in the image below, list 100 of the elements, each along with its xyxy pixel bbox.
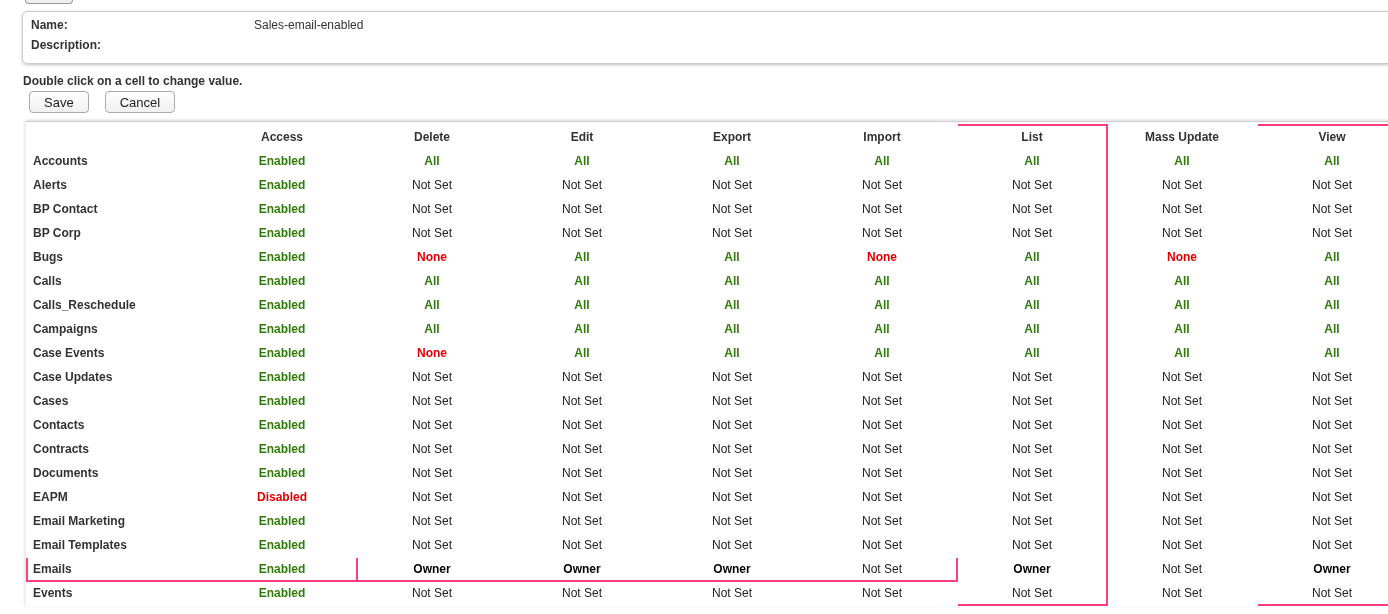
- permission-cell[interactable]: All: [357, 317, 507, 341]
- permission-cell[interactable]: Not Set: [1257, 389, 1388, 413]
- permission-cell[interactable]: Not Set: [1257, 221, 1388, 245]
- permission-cell[interactable]: Not Set: [1107, 533, 1257, 557]
- permission-cell[interactable]: Not Set: [957, 533, 1107, 557]
- permission-cell[interactable]: Not Set: [957, 461, 1107, 485]
- permission-cell[interactable]: Not Set: [507, 485, 657, 509]
- permission-cell[interactable]: Not Set: [357, 437, 507, 461]
- permission-cell[interactable]: All: [957, 341, 1107, 365]
- permission-cell[interactable]: Not Set: [507, 365, 657, 389]
- permission-cell[interactable]: Enabled: [207, 581, 357, 605]
- permission-cell[interactable]: Not Set: [507, 173, 657, 197]
- permission-cell[interactable]: Not Set: [957, 485, 1107, 509]
- permission-cell[interactable]: Enabled: [207, 269, 357, 293]
- permission-cell[interactable]: All: [357, 149, 507, 173]
- permission-cell[interactable]: None: [807, 245, 957, 269]
- partial-button[interactable]: [25, 0, 73, 4]
- permission-cell[interactable]: None: [1107, 245, 1257, 269]
- permission-cell[interactable]: All: [1107, 341, 1257, 365]
- permission-cell[interactable]: Not Set: [957, 221, 1107, 245]
- permission-cell[interactable]: Not Set: [1257, 413, 1388, 437]
- permission-cell[interactable]: Not Set: [957, 197, 1107, 221]
- permission-cell[interactable]: Not Set: [1257, 509, 1388, 533]
- permission-cell[interactable]: Not Set: [807, 485, 957, 509]
- permission-cell[interactable]: Not Set: [507, 221, 657, 245]
- permission-cell[interactable]: Not Set: [957, 389, 1107, 413]
- permission-cell[interactable]: All: [507, 149, 657, 173]
- permission-cell[interactable]: Enabled: [207, 389, 357, 413]
- permission-cell[interactable]: Enabled: [207, 461, 357, 485]
- permission-cell[interactable]: All: [1107, 149, 1257, 173]
- permission-cell[interactable]: Not Set: [1107, 173, 1257, 197]
- permission-cell[interactable]: All: [807, 293, 957, 317]
- permission-cell[interactable]: Not Set: [807, 509, 957, 533]
- permission-cell[interactable]: All: [1257, 293, 1388, 317]
- permission-cell[interactable]: Not Set: [807, 413, 957, 437]
- permission-cell[interactable]: Not Set: [507, 389, 657, 413]
- permission-cell[interactable]: All: [657, 317, 807, 341]
- permission-cell[interactable]: Owner: [657, 557, 807, 581]
- save-button[interactable]: Save: [29, 91, 89, 113]
- permission-cell[interactable]: All: [1257, 245, 1388, 269]
- permission-cell[interactable]: Owner: [1257, 557, 1388, 581]
- permission-cell[interactable]: Not Set: [357, 221, 507, 245]
- permission-cell[interactable]: Not Set: [507, 197, 657, 221]
- permission-cell[interactable]: Not Set: [357, 485, 507, 509]
- permission-cell[interactable]: All: [1257, 317, 1388, 341]
- permission-cell[interactable]: All: [507, 317, 657, 341]
- permission-cell[interactable]: All: [657, 341, 807, 365]
- permission-cell[interactable]: Not Set: [657, 197, 807, 221]
- permission-cell[interactable]: Enabled: [207, 413, 357, 437]
- permission-cell[interactable]: All: [957, 245, 1107, 269]
- permission-cell[interactable]: Not Set: [1107, 557, 1257, 581]
- permission-cell[interactable]: Enabled: [207, 197, 357, 221]
- cancel-button[interactable]: Cancel: [104, 91, 176, 113]
- permission-cell[interactable]: Not Set: [357, 389, 507, 413]
- permission-cell[interactable]: Not Set: [1257, 485, 1388, 509]
- permission-cell[interactable]: Not Set: [657, 389, 807, 413]
- permission-cell[interactable]: Not Set: [807, 197, 957, 221]
- permission-cell[interactable]: Not Set: [1107, 509, 1257, 533]
- permission-cell[interactable]: Not Set: [1107, 197, 1257, 221]
- permission-cell[interactable]: Not Set: [1257, 173, 1388, 197]
- permission-cell[interactable]: Not Set: [507, 413, 657, 437]
- permission-cell[interactable]: Not Set: [657, 461, 807, 485]
- permission-cell[interactable]: Enabled: [207, 293, 357, 317]
- permission-cell[interactable]: Not Set: [1257, 461, 1388, 485]
- permission-cell[interactable]: Not Set: [657, 581, 807, 605]
- permission-cell[interactable]: Enabled: [207, 557, 357, 581]
- permission-cell[interactable]: Not Set: [357, 365, 507, 389]
- permission-cell[interactable]: Not Set: [657, 221, 807, 245]
- permission-cell[interactable]: Not Set: [657, 173, 807, 197]
- permission-cell[interactable]: Not Set: [807, 221, 957, 245]
- permission-cell[interactable]: Not Set: [357, 197, 507, 221]
- permission-cell[interactable]: All: [357, 269, 507, 293]
- permission-cell[interactable]: All: [507, 341, 657, 365]
- permission-cell[interactable]: Not Set: [807, 557, 957, 581]
- permission-cell[interactable]: Not Set: [507, 437, 657, 461]
- permission-cell[interactable]: Not Set: [1257, 197, 1388, 221]
- permission-cell[interactable]: Not Set: [807, 389, 957, 413]
- permission-cell[interactable]: None: [357, 341, 507, 365]
- permission-cell[interactable]: Not Set: [957, 365, 1107, 389]
- permission-cell[interactable]: All: [507, 269, 657, 293]
- permission-cell[interactable]: All: [807, 269, 957, 293]
- permission-cell[interactable]: None: [357, 245, 507, 269]
- permission-cell[interactable]: All: [657, 293, 807, 317]
- permission-cell[interactable]: Enabled: [207, 437, 357, 461]
- permission-cell[interactable]: All: [507, 245, 657, 269]
- permission-cell[interactable]: Not Set: [807, 365, 957, 389]
- permission-cell[interactable]: Enabled: [207, 317, 357, 341]
- permission-cell[interactable]: All: [357, 293, 507, 317]
- permission-cell[interactable]: Not Set: [507, 533, 657, 557]
- permission-cell[interactable]: Not Set: [657, 365, 807, 389]
- permission-cell[interactable]: Not Set: [657, 437, 807, 461]
- permission-cell[interactable]: Not Set: [1257, 437, 1388, 461]
- permission-cell[interactable]: All: [957, 317, 1107, 341]
- permission-cell[interactable]: Not Set: [957, 173, 1107, 197]
- permission-cell[interactable]: All: [657, 269, 807, 293]
- permission-cell[interactable]: Not Set: [657, 485, 807, 509]
- permission-cell[interactable]: All: [1257, 341, 1388, 365]
- permission-cell[interactable]: All: [1257, 149, 1388, 173]
- permission-cell[interactable]: Owner: [957, 557, 1107, 581]
- permission-cell[interactable]: Enabled: [207, 221, 357, 245]
